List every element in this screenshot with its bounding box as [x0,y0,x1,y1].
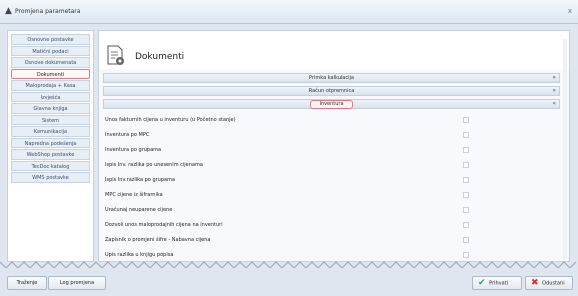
window-titlebar: ▲ Promjena parametara x [0,0,578,24]
window-icon: ▲ [5,6,12,16]
accept-button[interactable]: ✔ Prihvati [472,276,522,290]
sidebar-item-sistem[interactable]: Sistem [11,114,90,125]
close-icon[interactable]: x [568,7,572,15]
cancel-button[interactable]: ✖ Odustani [525,276,573,290]
option-label: Uračunaj neuparene cijene [105,207,173,213]
sidebar-item-glavna-knjiga[interactable]: Glavna knjiga [11,103,90,114]
option-label: Ispis Inv. razlika po unesenim cijenama [105,162,203,168]
option-checkbox[interactable] [463,162,469,168]
sidebar-item-napredna-podesenja[interactable]: Napredna podešenja [11,137,90,148]
option-row: Zapisnik o promjeni šifre - Nabavna cije… [103,233,560,248]
option-row: Inventura po MPC [103,128,560,143]
option-checkbox[interactable] [463,132,469,138]
document-gear-icon [107,45,124,65]
page-title: Dokumenti [135,52,185,62]
option-checkbox[interactable] [463,117,469,123]
sidebar-item-osnove-dokumenata[interactable]: Osnove dokumenata [11,57,90,68]
section-inventura[interactable]: Inventura « [103,99,560,109]
vertical-scrollbar[interactable] [563,39,567,259]
sidebar-item-wms-postavke[interactable]: WMS postavke [11,172,90,183]
option-row: Inventura po grupama [103,143,560,158]
window-title: Promjena parametara [15,8,81,15]
search-button[interactable]: Traženje [7,276,47,290]
option-checkbox[interactable] [463,237,469,243]
option-label: Inventura po grupama [105,147,162,153]
chevron-down-icon[interactable]: » [552,87,556,95]
option-row: Unos fakturnih cijena u inventuru (u Poč… [103,113,560,128]
option-label: Ispis Inv.razlika po grupama [105,177,176,183]
change-log-button[interactable]: Log promjena [48,276,106,290]
option-row: MPC cijene iz šifrarnika [103,188,560,203]
section-primka-kalkulacija[interactable]: Primka kalkulacija » [103,73,560,83]
option-checkbox[interactable] [463,192,469,198]
option-checkbox[interactable] [463,222,469,228]
sidebar-item-komunikacija[interactable]: Komunikacija [11,126,90,137]
settings-sidebar: Osnovne postavke Matični podaci Osnove d… [7,30,94,262]
sidebar-item-osnovne-postavke[interactable]: Osnovne postavke [11,34,90,45]
section-racun-otpremnica[interactable]: Račun otpremnica » [103,86,560,96]
option-label: Inventura po MPC [105,132,150,138]
option-row: Ispis Inv.razlika po grupama [103,173,560,188]
option-checkbox[interactable] [463,207,469,213]
cancel-label: Odustani [542,280,565,287]
section-label-active: Inventura [310,100,353,109]
sidebar-item-maloprodaja-kasa[interactable]: Maloprodaja + Kasa [11,80,90,91]
option-checkbox[interactable] [463,147,469,153]
option-label: Unos fakturnih cijena u inventuru (u Poč… [105,117,236,123]
settings-content: Dokumenti Primka kalkulacija » Račun otp… [98,30,570,262]
dialog-footer: Traženje Log promjena ✔ Prihvati ✖ Odust… [0,268,578,296]
inventura-options: Unos fakturnih cijena u inventuru (u Poč… [103,113,560,263]
section-label: Primka kalkulacija [309,75,354,81]
option-label: Zapisnik o promjeni šifre - Nabavna cije… [105,237,211,243]
sidebar-item-maticni-podaci[interactable]: Matični podaci [11,45,90,56]
option-label: Dozvoli unos maloprodajnih cijena na inv… [105,222,223,228]
sidebar-item-webshop-postavke[interactable]: WebShop postavke [11,149,90,160]
chevron-down-icon[interactable]: » [552,74,556,82]
accept-label: Prihvati [489,280,509,287]
option-label: MPC cijene iz šifrarnika [105,192,163,198]
content-header: Dokumenti [99,31,569,69]
chevron-up-icon[interactable]: « [552,100,556,108]
check-icon: ✔ [478,278,486,288]
option-row: Dozvoli unos maloprodajnih cijena na inv… [103,218,560,233]
option-row: Ispis Inv. razlika po unesenim cijenama [103,158,560,173]
section-label: Račun otpremnica [308,88,355,94]
sidebar-item-izvjesca[interactable]: Izvješća [11,91,90,102]
sidebar-item-dokumenti[interactable]: Dokumenti [11,68,90,79]
sidebar-item-tecdoc-katalog[interactable]: TecDoc katalog [11,160,90,171]
x-icon: ✖ [531,278,539,288]
option-checkbox[interactable] [463,177,469,183]
option-row: Uračunaj neuparene cijene [103,203,560,218]
